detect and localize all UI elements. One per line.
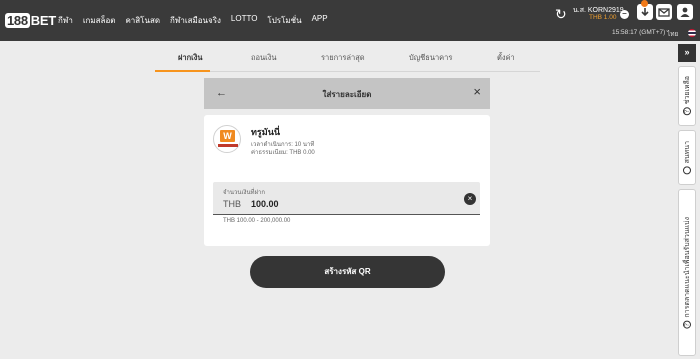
brand-logo-text: BET [30,12,56,28]
details-header: ← ใส่รายละเอียด × [204,78,490,109]
deposit-amount-field[interactable]: จำนวนเงินที่ฝาก THB 100.00 × [213,182,480,215]
rail-referral[interactable]: ? การตลาดแนะนำเพื่อนรับส่วนแบ่ง [678,189,696,356]
user-icon [680,7,690,17]
clock: 15:58:17 (GMT+7) [612,29,666,36]
details-title: ใส่รายละเอียด [322,90,372,99]
nav-item-slots[interactable]: เกมสล็อต [83,14,116,27]
nav-item-sports[interactable]: กีฬา [58,14,73,27]
notification-dot [641,0,648,7]
tab-recent-transactions[interactable]: รายการล่าสุด [321,52,365,64]
amount-range-hint: THB 100.00 - 200,000.00 [223,218,291,224]
close-icon[interactable]: × [473,85,481,99]
deposit-button[interactable] [637,0,653,20]
tab-settings[interactable]: ตั้งค่า [497,52,515,64]
top-bar: 188 BET กีฬา เกมสล็อต คาสิโนสด กีฬาเสมือ… [0,0,700,41]
payment-method-name: ทรูมันนี่ [251,127,281,137]
nav-item-app[interactable]: APP [312,14,328,27]
hide-balance-icon[interactable]: – [620,10,629,19]
account-tabs: ฝากเงิน ถอนเงิน รายการล่าสุด บัญชีธนาคาร… [155,49,540,72]
rail-help[interactable]: ? ช่วยเหลือ [678,66,696,126]
tab-deposit[interactable]: ฝากเงิน [178,52,203,64]
truemoney-logo: W [213,125,241,153]
profile-button[interactable] [677,4,693,20]
deposit-details-card: W ทรูมันนี่ เวลาดำเนินการ: 10 นาที ค่าธร… [204,115,490,246]
thai-flag-icon[interactable] [688,29,696,37]
nav-item-live-casino[interactable]: คาสิโนสด [125,14,160,27]
clear-input-icon[interactable]: × [464,193,476,205]
active-tab-indicator [155,70,210,72]
tab-withdraw[interactable]: ถอนเงิน [251,52,277,64]
main-nav: กีฬา เกมสล็อต คาสิโนสด กีฬาเสมือนจริง LO… [58,14,338,27]
nav-item-promotions[interactable]: โปรโมชั่น [267,14,301,27]
generate-qr-button[interactable]: สร้างรหัส QR [250,256,445,288]
collapse-rail-icon[interactable]: » [678,44,696,62]
user-balance: THB 1.00 [589,14,617,21]
nav-item-virtual-sports[interactable]: กีฬาเสมือนจริง [170,14,221,27]
brand-logo[interactable]: 188 BET [5,10,56,30]
amount-currency: THB [223,199,241,209]
help-icon: ? [683,107,691,116]
messages-button[interactable] [656,4,672,20]
amount-input[interactable]: 100.00 [251,199,279,209]
language-selector[interactable]: ไทย [667,29,678,39]
nav-item-lotto[interactable]: LOTTO [231,14,258,27]
referral-icon: ? [683,320,691,329]
fee: ค่าธรรมเนียม: THB 0.00 [251,150,315,156]
tab-bank-accounts[interactable]: บัญชีธนาคาร [409,52,452,64]
rail-chat[interactable]: สนทนา [678,130,696,185]
brand-logo-number: 188 [5,12,30,28]
amount-label: จำนวนเงินที่ฝาก [223,190,266,196]
refresh-balance-icon[interactable]: ↻ [555,7,569,21]
mail-icon [658,8,670,17]
headset-icon [683,166,691,175]
